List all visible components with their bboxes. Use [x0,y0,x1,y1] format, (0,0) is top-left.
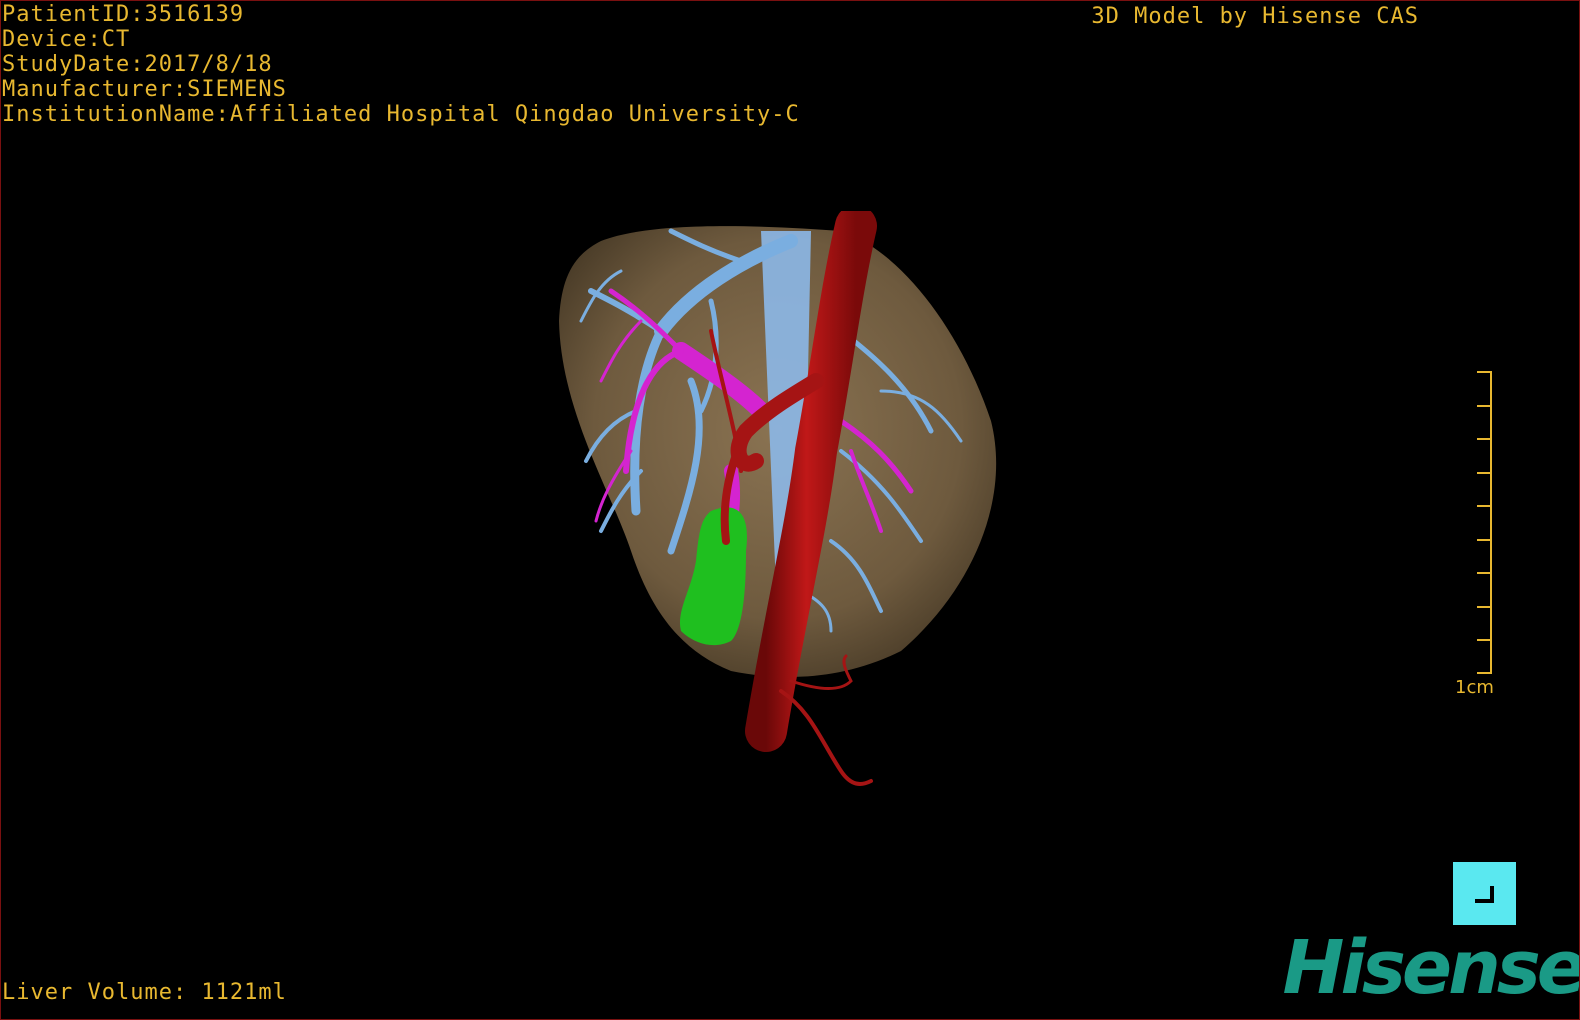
corner-bracket-icon [1475,886,1494,903]
study-date: StudyDate:2017/8/18 [2,52,273,77]
scale-label: 1cm [1455,677,1494,698]
patient-id: PatientID:3516139 [2,2,245,27]
liver-volume: Liver Volume: 1121ml [2,980,287,1005]
hisense-logo: Hisense [1282,925,1580,1011]
model-credit: 3D Model by Hisense CAS [1091,4,1419,29]
corner-button[interactable] [1453,862,1516,925]
liver-3d-model[interactable] [541,211,1021,811]
institution-name: InstitutionName:Affiliated Hospital Qing… [2,102,800,127]
3d-viewport[interactable]: PatientID:3516139 Device:CT StudyDate:20… [0,0,1580,1020]
device: Device:CT [2,27,131,52]
dicom-info-overlay: PatientID:3516139 Device:CT StudyDate:20… [2,2,800,127]
manufacturer: Manufacturer:SIEMENS [2,77,287,102]
scale-bar [1477,371,1492,674]
